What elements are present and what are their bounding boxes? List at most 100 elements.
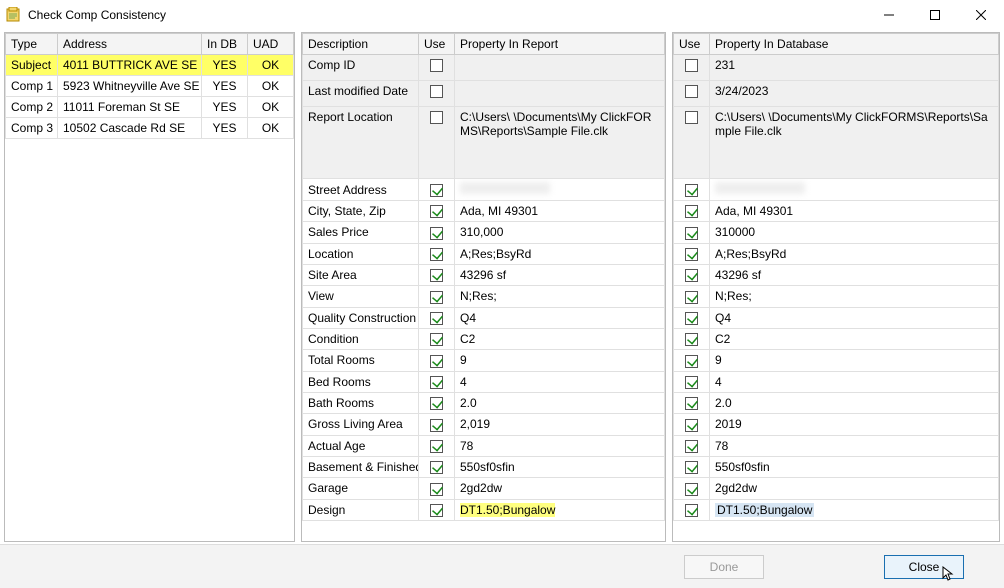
use-checkbox[interactable] (430, 461, 443, 474)
use-checkbox[interactable] (430, 483, 443, 496)
table-row[interactable] (674, 179, 999, 201)
cell-value: 550sf0sfin (455, 456, 665, 477)
use-checkbox[interactable] (430, 397, 443, 410)
table-row[interactable]: Gross Living Area2,019 (303, 414, 665, 435)
table-row[interactable]: Comp ID (303, 55, 665, 81)
use-checkbox[interactable] (430, 291, 443, 304)
use-checkbox[interactable] (430, 333, 443, 346)
use-checkbox[interactable] (685, 184, 698, 197)
table-row[interactable]: Sales Price310,000 (303, 222, 665, 243)
table-row[interactable]: A;Res;BsyRd (674, 243, 999, 264)
table-row[interactable]: 310000 (674, 222, 999, 243)
col-property-db[interactable]: Property In Database (710, 34, 999, 55)
table-row[interactable]: Comp 15923 Whitneyville Ave SEYESOK (6, 76, 294, 97)
col-address[interactable]: Address (58, 34, 202, 55)
report-table[interactable]: Description Use Property In Report Comp … (302, 33, 665, 521)
close-button[interactable]: Close (884, 555, 964, 579)
table-row[interactable]: Bed Rooms4 (303, 371, 665, 392)
col-use-db[interactable]: Use (674, 34, 710, 55)
use-checkbox[interactable] (685, 376, 698, 389)
col-uad[interactable]: UAD (248, 34, 294, 55)
use-checkbox[interactable] (685, 111, 698, 124)
use-checkbox[interactable] (685, 504, 698, 517)
use-checkbox[interactable] (685, 483, 698, 496)
use-checkbox[interactable] (430, 248, 443, 261)
use-checkbox[interactable] (430, 312, 443, 325)
use-checkbox[interactable] (685, 312, 698, 325)
use-checkbox[interactable] (430, 227, 443, 240)
table-row[interactable]: N;Res; (674, 286, 999, 307)
table-row[interactable]: 9 (674, 350, 999, 371)
table-row[interactable]: 2019 (674, 414, 999, 435)
use-checkbox[interactable] (430, 111, 443, 124)
table-row[interactable]: C:\Users\ \Documents\My ClickFORMS\Repor… (674, 107, 999, 179)
table-row[interactable]: 2.0 (674, 392, 999, 413)
use-checkbox[interactable] (430, 440, 443, 453)
use-checkbox[interactable] (430, 504, 443, 517)
use-checkbox[interactable] (430, 184, 443, 197)
use-checkbox[interactable] (685, 269, 698, 282)
table-row[interactable]: 2gd2dw (674, 478, 999, 499)
use-checkbox[interactable] (685, 419, 698, 432)
table-row[interactable]: 78 (674, 435, 999, 456)
comps-table[interactable]: Type Address In DB UAD Subject4011 BUTTR… (5, 33, 294, 139)
table-row[interactable]: Quality ConstructionQ4 (303, 307, 665, 328)
use-checkbox[interactable] (685, 85, 698, 98)
table-row[interactable]: Ada, MI 49301 (674, 201, 999, 222)
table-row[interactable]: 3/24/2023 (674, 81, 999, 107)
table-row[interactable]: 43296 sf (674, 264, 999, 285)
col-property-report[interactable]: Property In Report (455, 34, 665, 55)
table-row[interactable]: Comp 211011 Foreman St SEYESOK (6, 97, 294, 118)
table-row[interactable]: Subject4011 BUTTRICK AVE SEYESOK (6, 55, 294, 76)
table-row[interactable]: 4 (674, 371, 999, 392)
table-row[interactable]: DT1.50;Bungalow (674, 499, 999, 520)
col-description[interactable]: Description (303, 34, 419, 55)
table-row[interactable]: ConditionC2 (303, 328, 665, 349)
use-checkbox[interactable] (685, 461, 698, 474)
col-type[interactable]: Type (6, 34, 58, 55)
table-row[interactable]: Q4 (674, 307, 999, 328)
table-row[interactable]: C2 (674, 328, 999, 349)
use-checkbox[interactable] (430, 205, 443, 218)
col-indb[interactable]: In DB (202, 34, 248, 55)
close-window-button[interactable] (958, 0, 1004, 30)
maximize-button[interactable] (912, 0, 958, 30)
table-row[interactable]: Garage2gd2dw (303, 478, 665, 499)
use-checkbox[interactable] (430, 355, 443, 368)
table-row[interactable]: Bath Rooms2.0 (303, 392, 665, 413)
use-checkbox[interactable] (430, 59, 443, 72)
use-checkbox[interactable] (430, 269, 443, 282)
use-checkbox[interactable] (685, 440, 698, 453)
table-row[interactable]: Report LocationC:\Users\ \Documents\My C… (303, 107, 665, 179)
table-row[interactable]: Street Address (303, 179, 665, 201)
cell-indb: YES (202, 118, 248, 139)
table-row[interactable]: DesignDT1.50;Bungalow (303, 499, 665, 520)
use-checkbox[interactable] (685, 227, 698, 240)
cell-value: C:\Users\ \Documents\My ClickFORMS\Repor… (710, 107, 999, 179)
table-row[interactable]: Site Area43296 sf (303, 264, 665, 285)
col-use-report[interactable]: Use (419, 34, 455, 55)
table-row[interactable]: City, State, ZipAda, MI 49301 (303, 201, 665, 222)
use-checkbox[interactable] (430, 85, 443, 98)
table-row[interactable]: ViewN;Res; (303, 286, 665, 307)
use-checkbox[interactable] (685, 205, 698, 218)
table-row[interactable]: Comp 310502 Cascade Rd SEYESOK (6, 118, 294, 139)
table-row[interactable]: Basement & Finished550sf0sfin (303, 456, 665, 477)
use-checkbox[interactable] (685, 355, 698, 368)
minimize-button[interactable] (866, 0, 912, 30)
table-row[interactable]: LocationA;Res;BsyRd (303, 243, 665, 264)
use-checkbox[interactable] (430, 419, 443, 432)
use-checkbox[interactable] (685, 248, 698, 261)
done-button[interactable]: Done (684, 555, 764, 579)
use-checkbox[interactable] (685, 397, 698, 410)
table-row[interactable]: 231 (674, 55, 999, 81)
table-row[interactable]: Last modified Date (303, 81, 665, 107)
table-row[interactable]: Actual Age78 (303, 435, 665, 456)
use-checkbox[interactable] (685, 59, 698, 72)
use-checkbox[interactable] (685, 333, 698, 346)
use-checkbox[interactable] (685, 291, 698, 304)
database-table[interactable]: Use Property In Database 2313/24/2023 C:… (673, 33, 999, 521)
use-checkbox[interactable] (430, 376, 443, 389)
table-row[interactable]: Total Rooms9 (303, 350, 665, 371)
table-row[interactable]: 550sf0sfin (674, 456, 999, 477)
